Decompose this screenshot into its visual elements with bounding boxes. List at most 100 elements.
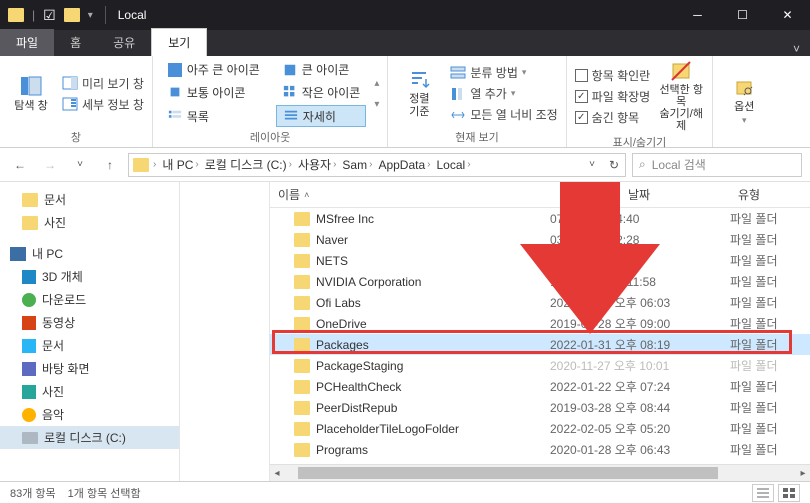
sidebar-item-drive[interactable]: 로컬 디스크 (C:) (0, 426, 179, 449)
navigation-pane[interactable]: 문서 사진 내 PC 3D 개체 다운로드 동영상 문서 바탕 화면 사진 음악… (0, 182, 180, 481)
file-type: 파일 폴더 (730, 378, 810, 395)
back-button[interactable]: ← (8, 153, 32, 177)
large-icons-button[interactable]: 큰 아이콘 (276, 60, 367, 80)
file-extensions-toggle[interactable]: ✓파일 확장명 (575, 88, 651, 105)
file-date: 2022-01-22 오후 07:24 (550, 378, 730, 395)
document-icon (22, 339, 36, 353)
thumbnails-view-toggle[interactable] (778, 484, 800, 502)
file-list-pane: 이름˄ 날짜 유형 MSfree Inc07-19 오후 04:40파일 폴더N… (270, 182, 810, 481)
qat-divider: | (32, 8, 35, 22)
breadcrumb-item[interactable]: 내 PC › (160, 156, 200, 173)
sidebar-item-pc[interactable]: 내 PC (0, 242, 179, 265)
file-row[interactable]: PlaceholderTileLogoFolder2022-02-05 오후 0… (270, 418, 810, 439)
column-headers: 이름˄ 날짜 유형 (270, 182, 810, 208)
file-row[interactable]: PackageStaging2020-11-27 오후 10:01파일 폴더 (270, 355, 810, 376)
file-row[interactable]: Packages2022-01-31 오후 08:19파일 폴더 (270, 334, 810, 355)
tab-file[interactable]: 파일 (0, 29, 54, 56)
tab-view[interactable]: 보기 (151, 28, 207, 56)
file-date: 2020-11-27 오후 10:01 (550, 357, 730, 374)
file-row[interactable]: PeerDistRepub2019-03-28 오후 08:44파일 폴더 (270, 397, 810, 418)
sidebar-item[interactable]: 다운로드 (0, 288, 179, 311)
file-row[interactable]: Programs2020-01-28 오후 06:43파일 폴더 (270, 439, 810, 460)
item-checkboxes-toggle[interactable]: 항목 확인란 (575, 67, 651, 84)
up-button[interactable]: ↑ (98, 153, 122, 177)
file-row[interactable]: PCHealthCheck2022-01-22 오후 07:24파일 폴더 (270, 376, 810, 397)
breadcrumb-item[interactable]: Local › (435, 158, 473, 172)
options-button[interactable]: 옵션 ▾ (721, 60, 767, 143)
drive-icon (22, 432, 38, 444)
breadcrumb-item[interactable]: 로컬 디스크 (C:) › (203, 156, 294, 173)
size-columns-button[interactable]: 모든 열 너비 조정 (450, 106, 557, 123)
details-pane-button[interactable]: 세부 정보 창 (62, 96, 144, 113)
qat-newfolder-icon[interactable] (64, 8, 80, 22)
sidebar-item[interactable]: 문서 (0, 188, 179, 211)
sidebar-item[interactable]: 사진 (0, 380, 179, 403)
desktop-icon (22, 362, 36, 376)
sidebar-item[interactable]: 바탕 화면 (0, 357, 179, 380)
layout-scroll-up-icon[interactable]: ▴ (374, 78, 379, 89)
medium-icons-button[interactable]: 보통 아이콘 (161, 83, 266, 103)
sidebar-item[interactable]: 동영상 (0, 311, 179, 334)
forward-button[interactable]: → (38, 153, 62, 177)
address-bar[interactable]: › 내 PC › 로컬 디스크 (C:) › 사용자 › Sam › AppDa… (128, 153, 626, 177)
pc-icon (10, 247, 26, 261)
sidebar-item[interactable]: 음악 (0, 403, 179, 426)
layout-scroll-down-icon[interactable]: ▾ (374, 99, 379, 110)
maximize-button[interactable]: ☐ (720, 0, 765, 30)
small-icons-button[interactable]: 작은 아이콘 (276, 83, 367, 103)
search-input[interactable]: ⌕ Local 검색 (632, 153, 802, 177)
sort-by-button[interactable]: 정렬 기준 (396, 60, 442, 127)
hidden-items-toggle[interactable]: ✓숨긴 항목 (575, 109, 651, 126)
status-bar: 83개 항목 1개 항목 선택함 (0, 481, 810, 503)
tab-share[interactable]: 공유 (97, 29, 151, 56)
file-row[interactable]: NETS12-16 오전 11:38파일 폴더 (270, 250, 810, 271)
refresh-button[interactable]: ↻ (603, 154, 625, 176)
file-name: Programs (316, 443, 368, 457)
file-type: 파일 폴더 (730, 210, 810, 227)
close-button[interactable]: ✕ (765, 0, 810, 30)
folder-icon (294, 212, 310, 226)
file-name: OneDrive (316, 317, 367, 331)
scrollbar-thumb[interactable] (298, 467, 718, 479)
ribbon-collapse-button[interactable]: ˅ (783, 42, 810, 56)
details-view-toggle[interactable] (752, 484, 774, 502)
hide-selected-button[interactable]: 선택한 항목 숨기기/해제 (658, 60, 704, 132)
column-header-type[interactable]: 유형 (730, 186, 810, 203)
folder-icon (294, 317, 310, 331)
tab-home[interactable]: 홈 (54, 29, 97, 56)
app-folder-icon (8, 8, 24, 22)
breadcrumb-item[interactable]: Sam › (340, 158, 374, 172)
folder-icon (22, 216, 38, 230)
file-name: PlaceholderTileLogoFolder (316, 422, 459, 436)
qat-properties-icon[interactable]: ☑ (43, 7, 56, 24)
title-bar: | ☑ ▾ Local ─ ☐ ✕ (0, 0, 810, 30)
file-name: NVIDIA Corporation (316, 275, 421, 289)
qat-caret-icon[interactable]: ▾ (88, 10, 93, 21)
column-header-date[interactable]: 날짜 (550, 186, 730, 203)
breadcrumb-item[interactable]: AppData › (376, 158, 432, 172)
column-header-name[interactable]: 이름˄ (270, 186, 550, 203)
sidebar-item[interactable]: 사진 (0, 211, 179, 234)
address-dropdown-button[interactable]: ˅ (581, 154, 603, 176)
breadcrumb-item[interactable]: 사용자 › (296, 156, 338, 173)
file-row[interactable]: OneDrive2019-03-28 오후 09:00파일 폴더 (270, 313, 810, 334)
show-hide-group-label: 표시/숨기기 (575, 132, 705, 150)
group-by-button[interactable]: 분류 방법 ▾ (450, 64, 557, 81)
file-date: 2021-12-06 오후 06:03 (550, 294, 730, 311)
file-row[interactable]: Ofi Labs2021-12-06 오후 06:03파일 폴더 (270, 292, 810, 313)
sidebar-item[interactable]: 3D 개체 (0, 265, 179, 288)
horizontal-scrollbar[interactable]: ◂ ▸ (270, 464, 810, 481)
file-row[interactable]: NVIDIA Corporation19-03-28 오후 11:58파일 폴더 (270, 271, 810, 292)
navigation-pane-button[interactable]: 탐색 창 (8, 60, 54, 127)
details-view-button[interactable]: 자세히 (276, 105, 367, 127)
file-date: 12-16 오전 11:38 (550, 252, 730, 269)
file-row[interactable]: MSfree Inc07-19 오후 04:40파일 폴더 (270, 208, 810, 229)
preview-pane-button[interactable]: 미리 보기 창 (62, 75, 144, 92)
recent-dropdown[interactable]: ˅ (68, 153, 92, 177)
file-row[interactable]: Naver03-21 오후 12:28파일 폴더 (270, 229, 810, 250)
add-columns-button[interactable]: 열 추가 ▾ (450, 85, 557, 102)
minimize-button[interactable]: ─ (675, 0, 720, 30)
extra-large-icons-button[interactable]: 아주 큰 아이콘 (161, 60, 266, 80)
list-view-button[interactable]: 목록 (161, 105, 266, 127)
sidebar-item[interactable]: 문서 (0, 334, 179, 357)
